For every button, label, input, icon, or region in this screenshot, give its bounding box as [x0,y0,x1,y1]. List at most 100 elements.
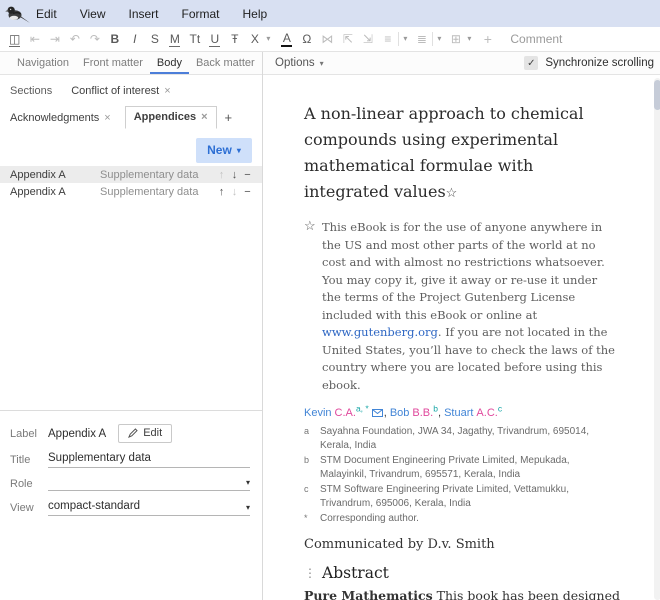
app-logo-bird-icon[interactable] [0,2,36,26]
chevron-down-icon[interactable]: ▾ [432,32,441,46]
jump-end-icon[interactable]: ⇥ [49,32,60,46]
overline-button[interactable]: Ŧ [229,32,240,46]
chevron-down-icon: ▾ [246,478,250,487]
abstract-text: Pure MathematicsThis book has been desig… [304,586,622,600]
special-character-button[interactable]: Ω [301,32,312,46]
main-area: Navigation Front matter Body Back matter… [0,52,660,600]
jump-start-icon[interactable]: ⇤ [29,32,40,46]
app-window: Edit View Insert Format Help ◫ ⇤ ⇥ ↶ ↷ B… [0,0,660,600]
author[interactable]: BobB.B.b, [390,407,444,419]
label-field-value: Appendix A [48,428,106,440]
text-color-button[interactable]: A [281,31,292,47]
sections-label: Sections [10,85,52,97]
synchronize-scrolling-checkbox[interactable]: ✓ [524,56,538,70]
menu-insert[interactable]: Insert [128,7,158,21]
close-icon[interactable]: × [104,112,110,124]
undo-icon[interactable]: ↶ [69,32,80,46]
chevron-down-icon[interactable]: ▾ [465,32,473,46]
title-input[interactable]: Supplementary data [48,452,250,468]
structure-content: Sections Conflict of interest × Acknowle… [0,75,262,600]
edit-label-button[interactable]: Edit [118,424,172,443]
strikethrough-button[interactable]: S [149,32,160,46]
title-footnote-star-icon: ☆ [446,186,458,201]
email-icon[interactable] [372,409,383,417]
redo-icon[interactable]: ↷ [89,32,100,46]
move-down-icon[interactable]: ↓ [228,169,241,181]
sub-superscript-button[interactable]: X [249,32,260,46]
gutenberg-link[interactable]: www.gutenberg.org [322,325,438,339]
section-tab-conflict-of-interest[interactable]: Conflict of interest × [71,85,170,97]
underline-button[interactable]: U [209,32,220,47]
tab-body[interactable]: Body [150,52,189,74]
check-icon: ✓ [527,58,535,69]
menu-format[interactable]: Format [182,7,220,21]
move-down-icon[interactable]: ↓ [228,186,241,198]
menubar: Edit View Insert Format Help [0,0,660,27]
chevron-down-icon[interactable]: ▾ [398,32,407,46]
drag-handle-icon[interactable]: ⋮ [304,566,316,580]
abstract-heading: ⋮ Abstract [304,564,622,582]
remove-icon[interactable]: − [241,186,254,198]
chevron-down-icon: ▾ [237,146,241,155]
monospace-button[interactable]: M [169,32,180,47]
label-field-label: Label [10,428,48,440]
move-up-icon[interactable]: ↑ [215,169,228,181]
options-button[interactable]: Options ▾ [275,57,324,69]
numbered-list-icon[interactable]: ≣ [416,32,427,46]
appendix-list: Appendix A Supplementary data ↑ ↓ − Appe… [0,166,262,200]
list-item[interactable]: Appendix A Supplementary data ↑ ↓ − [0,166,262,183]
move-up-icon[interactable]: ↑ [215,186,228,198]
comment-button[interactable]: Comment [510,32,562,46]
list-item[interactable]: Appendix A Supplementary data ↑ ↓ − [0,183,262,200]
small-caps-button[interactable]: Tt [189,32,200,46]
bullet-list-icon[interactable]: ≡ [382,32,393,46]
document-header: Options ▾ ✓ Synchronize scrolling [263,52,660,75]
title-footnote: ☆ This eBook is for the use of anyone an… [304,219,622,394]
new-button[interactable]: New ▾ [196,138,252,163]
inline-formula-icon[interactable]: ⋈ [321,32,333,46]
role-field-label: Role [10,478,48,490]
chevron-down-icon: ▾ [320,59,324,68]
menu-help[interactable]: Help [243,7,268,21]
document-content: A non-linear approach to chemical compou… [304,101,622,600]
scrollbar-track[interactable] [654,78,660,600]
view-select[interactable]: compact-standard ▾ [48,500,250,516]
tab-back-matter[interactable]: Back matter [189,52,262,74]
structure-panel: Navigation Front matter Body Back matter… [0,52,263,600]
scrollbar-thumb[interactable] [654,80,660,110]
document-title: A non-linear approach to chemical compou… [304,101,622,207]
appendix-form: Label Appendix A Edit Title Supplementar… [0,410,262,525]
indent-decrease-icon[interactable]: ⇱ [342,32,353,46]
table-icon[interactable]: ⊞ [450,32,461,46]
title-field-label: Title [10,454,48,466]
italic-button[interactable]: I [129,32,140,46]
author[interactable]: KevinC.A.a, *, [304,407,390,419]
tab-navigation[interactable]: Navigation [10,52,76,74]
affiliation-item: a Sayahna Foundation, JWA 34, Jagathy, T… [304,425,622,453]
author-line: KevinC.A.a, *, BobB.B.b, StuartA.C.c [304,403,622,419]
menu-edit[interactable]: Edit [36,7,57,21]
close-icon[interactable]: × [201,111,207,123]
bold-button[interactable]: B [109,32,120,46]
close-icon[interactable]: × [164,85,170,97]
move-icon[interactable]: + [482,32,493,46]
author[interactable]: StuartA.C.c [444,407,502,419]
indent-increase-icon[interactable]: ⇲ [362,32,373,46]
role-select[interactable]: ▾ [48,477,250,491]
view-field-label: View [10,502,48,514]
section-tab-acknowledgments[interactable]: Acknowledgments × [10,112,111,124]
affiliation-item: c STM Software Engineering Private Limit… [304,483,622,511]
add-section-button[interactable]: + [225,110,233,125]
document-scroll-area[interactable]: A non-linear approach to chemical compou… [263,75,660,600]
chevron-down-icon: ▾ [246,503,250,512]
menu-view[interactable]: View [80,7,106,21]
chevron-down-icon[interactable]: ▾ [264,32,272,46]
section-tab-appendices[interactable]: Appendices × [125,106,217,129]
communicated-by: Communicated by D.v. Smith [304,537,622,552]
tab-front-matter[interactable]: Front matter [76,52,150,74]
pencil-icon [128,428,138,438]
footnote-star-icon: ☆ [304,219,322,394]
remove-icon[interactable]: − [241,169,254,181]
document-panel: Options ▾ ✓ Synchronize scrolling A non-… [263,52,660,600]
page-panel-icon[interactable]: ◫ [9,32,20,47]
